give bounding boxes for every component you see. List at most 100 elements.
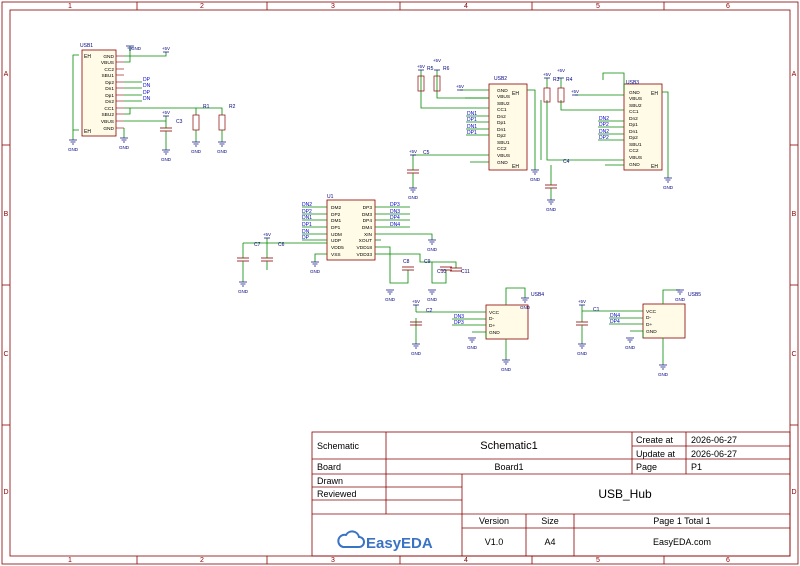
net-label-dp2: DP2 [599, 122, 609, 128]
capacitor-c7[interactable]: C7 [237, 242, 261, 282]
pin-label: DM4 [362, 225, 372, 231]
pin-label: SBU2 [629, 103, 642, 109]
u1-hub-ic[interactable]: U1 DM2 DP2 DM1 DP1 UDM UDP VDD5 VSS DP3 … [326, 194, 376, 261]
pin-label: DM3 [362, 212, 372, 218]
ref-label: C7 [254, 242, 261, 248]
row-label: D [791, 489, 796, 496]
pin-label: CC2 [629, 148, 639, 154]
net-label-dp3: DP3 [454, 320, 464, 326]
pin-label: SBU1 [101, 73, 114, 79]
pin-label: Dp1 [629, 122, 638, 128]
usb3-connector[interactable]: USB3 EH EH GND VBUS SBU2 CC1 Dn2 Dp1 Dn1… [623, 80, 663, 171]
size-value: A4 [544, 537, 555, 547]
pin-label: GND [629, 162, 640, 168]
schematic-name: Schematic1 [480, 440, 537, 452]
pin-label: Dn1 [105, 86, 114, 92]
gnd-label: GND [131, 46, 142, 51]
easyeda-logo: EasyEDA [337, 530, 433, 552]
pin-label: CC1 [629, 109, 639, 115]
vplus-label: +5V [557, 68, 565, 73]
col-label: 3 [331, 557, 335, 564]
gnd-label: GND [675, 297, 686, 302]
version-label: Version [479, 516, 509, 526]
gnd-label: GND [217, 149, 228, 154]
col-label: 1 [68, 3, 72, 10]
pin-label: VSS [331, 252, 341, 258]
gnd-label: GND [119, 145, 130, 150]
pin-label: CC1 [497, 107, 507, 113]
eh-label: EH [84, 129, 91, 135]
website-text: EasyEDA.com [653, 537, 711, 547]
capacitor-c2[interactable]: C2 [410, 308, 433, 326]
net-label-dp2: DP2 [599, 135, 609, 141]
page-total: Page 1 Total 1 [653, 516, 710, 526]
usb3-net-labels: DN2 DP2 DN2 DP2 [599, 116, 609, 141]
ref-label: C4 [563, 159, 570, 165]
col-label: 2 [200, 3, 204, 10]
col-label: 3 [331, 3, 335, 10]
pin-label: Dp1 [497, 120, 506, 126]
version-value: V1.0 [485, 537, 504, 547]
capacitor-c1[interactable]: C1 [576, 307, 600, 344]
gnd-label: GND [310, 269, 321, 274]
usb1-connector[interactable]: USB1 EH EH GND VBUS CC2 SBU1 Dp2 Dn1 Dp1… [80, 43, 124, 137]
net-label-dp1: DP1 [467, 117, 477, 123]
ref-label: C10 [437, 269, 446, 275]
capacitor-c10[interactable]: C10 [437, 266, 452, 275]
pin-label: Dn1 [629, 129, 638, 135]
gnd-label: GND [658, 372, 669, 377]
row-label: D [3, 489, 8, 496]
resistor-r3[interactable]: R3 [543, 77, 560, 103]
pin-label: Dn2 [105, 99, 114, 105]
ref-label: USB3 [626, 80, 639, 86]
gnd-label: GND [427, 297, 438, 302]
capacitor-c11[interactable]: C11 [450, 267, 470, 275]
ref-label: USB4 [531, 292, 544, 298]
pin-label: DP1 [331, 225, 341, 231]
gnd-label: GND [625, 345, 636, 350]
update-label: Update at [636, 449, 676, 459]
usb5-connector[interactable]: USB5 VCC D- D+ GND [642, 292, 701, 339]
pin-label: GND [489, 330, 500, 336]
pin-label: DP4 [363, 218, 373, 224]
pin-label: DP3 [363, 205, 373, 211]
row-label: C [791, 351, 796, 358]
pin-label: CC1 [104, 106, 114, 112]
pin-label: D+ [646, 322, 652, 328]
gnd-label: GND [577, 351, 588, 356]
ref-label: C1 [593, 307, 600, 313]
frame-labels: 1 2 3 4 5 6 1 2 3 4 5 6 A B C D A B C D [3, 3, 796, 564]
pin-label: D- [646, 315, 651, 321]
usb2-connector[interactable]: USB2 EH EH GND VBUS SBU2 CC1 Dn2 Dp1 Dn1… [488, 76, 528, 171]
r-wires [195, 130, 223, 142]
update-date: 2026-06-27 [691, 449, 737, 459]
vplus-label: +5V [456, 84, 464, 89]
gnd-label: GND [530, 177, 541, 182]
col-label: 5 [596, 3, 600, 10]
vplus-label: +5V [412, 299, 420, 304]
pin-label: SBU1 [497, 140, 510, 146]
vplus-label: +5V [162, 110, 170, 115]
ref-label: R1 [203, 104, 210, 110]
ref-label: R2 [229, 104, 236, 110]
capacitor-c8[interactable]: C8 [402, 259, 414, 271]
pin-label: VCC [646, 309, 657, 315]
usb4-net-labels: DN3 DP3 [454, 314, 464, 326]
net-label-dn2: DN2 [302, 202, 312, 208]
capacitor-c3[interactable]: C3 [160, 119, 183, 150]
pin-label: VBUS [101, 119, 114, 125]
capacitor-c4[interactable]: C4 [545, 159, 570, 200]
net-label-dp: DP [302, 235, 310, 241]
ref-label: R6 [443, 66, 450, 72]
col-label: 6 [726, 557, 730, 564]
capacitor-c6[interactable]: C6 [261, 242, 285, 270]
usb4-connector[interactable]: USB4 VCC D- D+ GND [485, 292, 544, 340]
ref-label: R5 [427, 66, 434, 72]
pin-label: DM1 [331, 218, 341, 224]
capacitor-c5[interactable]: C5 [407, 150, 430, 188]
eh-label: EH [512, 91, 519, 97]
pin-label: Dn2 [629, 116, 638, 122]
pin-label: VCC [489, 310, 500, 316]
ref-label: C5 [423, 150, 430, 156]
capacitor-c9[interactable]: C9 [424, 259, 431, 265]
